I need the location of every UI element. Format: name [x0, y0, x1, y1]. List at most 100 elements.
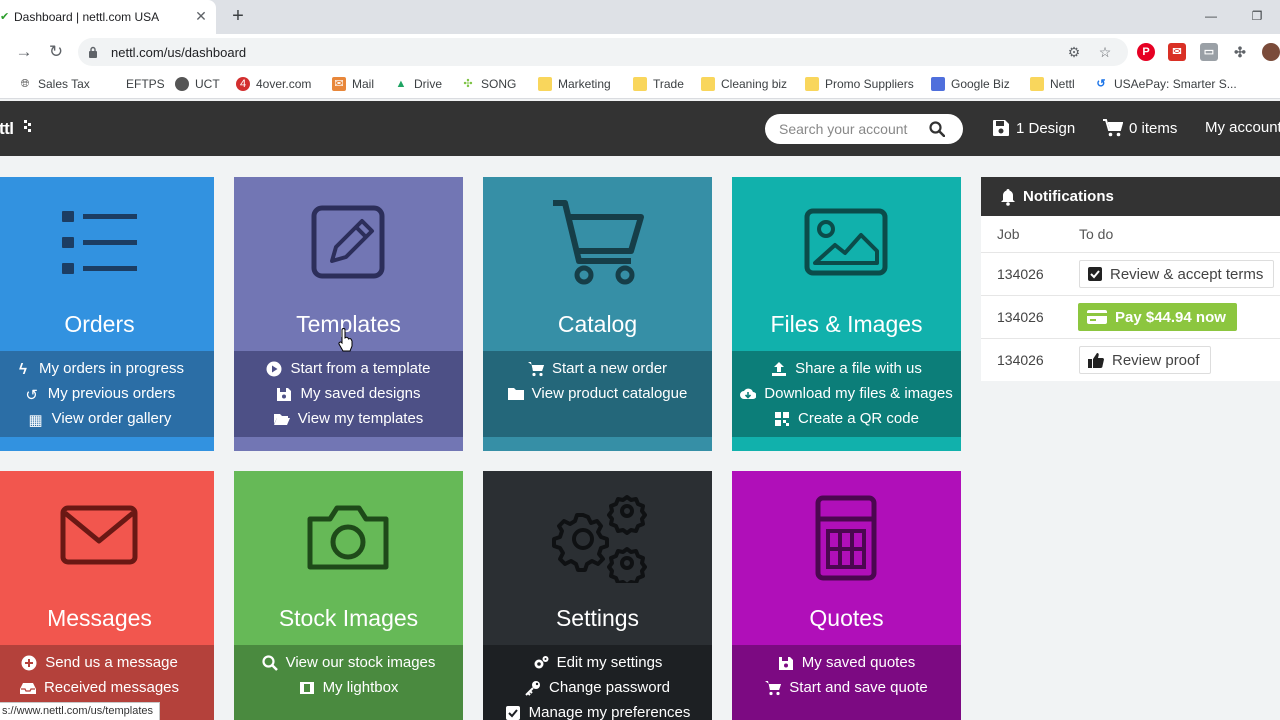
view-stock-images-link[interactable]: View our stock images [234, 650, 463, 675]
change-password-link[interactable]: Change password [483, 675, 712, 700]
folder-icon [701, 77, 715, 91]
cart-count: 0 items [1129, 119, 1178, 137]
messages-tile-header[interactable]: Messages [0, 471, 214, 645]
received-messages-link[interactable]: Received messages [0, 675, 214, 700]
floppy-disk-icon [993, 120, 1009, 136]
svg-text:ettl: ettl [0, 119, 14, 138]
settings-tile-header[interactable]: Settings [483, 471, 712, 645]
4over-icon: 4 [236, 77, 250, 91]
quotes-links: My saved quotes Start and save quote [732, 645, 961, 720]
my-saved-quotes-link[interactable]: My saved quotes [732, 650, 961, 675]
new-tab-icon[interactable]: + [228, 6, 248, 26]
pay-now-button[interactable]: Pay $44.94 now [1078, 303, 1237, 331]
folder-icon [805, 77, 819, 91]
todo-column-header: To do [1079, 226, 1114, 242]
start-from-template-link[interactable]: Start from a template [234, 356, 463, 381]
bookmark-usaepay[interactable]: ↺ USAePay: Smarter S... [1094, 76, 1236, 92]
address-bar[interactable]: nettl.com/us/dashboard ⚙ ☆ [78, 38, 1128, 66]
stock-images-tile-header[interactable]: Stock Images [234, 471, 463, 645]
minimize-window-icon[interactable]: — [1203, 8, 1219, 24]
view-order-gallery-link[interactable]: ▦ View order gallery [0, 406, 214, 431]
review-proof-button[interactable]: Review proof [1079, 346, 1211, 374]
notification-row: 134026 Review proof [981, 338, 1280, 381]
view-product-catalogue-link[interactable]: View product catalogue [483, 381, 712, 406]
nettl-logo[interactable]: ettl [0, 118, 34, 143]
extension-cast-icon[interactable]: ▭ [1200, 43, 1218, 61]
catalog-tile-header[interactable]: Catalog [483, 177, 712, 351]
bookmark-trade[interactable]: Trade [633, 76, 684, 92]
bookmark-marketing[interactable]: Marketing [538, 76, 611, 92]
bookmark-nettl[interactable]: Nettl [1030, 76, 1075, 92]
review-accept-terms-button[interactable]: Review & accept terms [1079, 260, 1275, 288]
bolt-icon: ϟ [18, 360, 27, 378]
thumbs-up-icon [1088, 353, 1104, 368]
bookmark-uct[interactable]: UCT [175, 76, 220, 92]
messages-tile[interactable]: Messages Send us a message Received mess… [0, 471, 214, 720]
start-and-save-quote-link[interactable]: Start and save quote [732, 675, 961, 700]
orders-tile-header[interactable]: Orders [0, 177, 214, 351]
messages-title: Messages [47, 605, 152, 631]
orders-tile[interactable]: Orders ϟ My orders in progress ↺ My previo… [0, 177, 214, 451]
create-qr-code-link[interactable]: Create a QR code [732, 406, 961, 431]
send-us-a-message-link[interactable]: Send us a message [0, 650, 214, 675]
bookmark-promo-suppliers[interactable]: Promo Suppliers [805, 76, 914, 92]
upload-icon [772, 361, 787, 376]
job-number: 134026 [997, 352, 1044, 368]
globe-icon: 🌐︎ [20, 78, 30, 90]
browser-tab[interactable]: ✔ Dashboard | nettl.com USA ✕ [0, 0, 216, 34]
bookmark-sales-tax[interactable]: 🌐︎ Sales Tax [18, 76, 90, 92]
manage-my-preferences-link[interactable]: Manage my preferences [483, 700, 712, 720]
folder-icon [507, 387, 524, 400]
bookmark-song[interactable]: ✣ SONG [461, 76, 516, 92]
camera-icon [307, 505, 389, 570]
cogs-small-icon [534, 655, 549, 668]
catalog-tile[interactable]: Catalog Start a new order View product c… [483, 177, 712, 451]
templates-tile-header[interactable]: Templates [234, 177, 463, 351]
view-my-templates-link[interactable]: View my templates [234, 406, 463, 431]
profile-avatar[interactable] [1262, 43, 1280, 61]
bookmark-eftps[interactable]: EFTPS [106, 76, 165, 92]
bookmark-drive[interactable]: ▲ Drive [394, 76, 442, 92]
bookmark-cleaning-biz[interactable]: Cleaning biz [701, 76, 787, 92]
bookmark-star-icon[interactable]: ☆ [1097, 44, 1113, 60]
share-a-file-link[interactable]: Share a file with us [732, 356, 961, 381]
edit-my-settings-link[interactable]: Edit my settings [483, 650, 712, 675]
download-my-files-link[interactable]: Download my files & images [732, 381, 961, 406]
settings-tile[interactable]: Settings Edit my settings Change passwor… [483, 471, 712, 720]
quotes-title: Quotes [809, 605, 884, 631]
extensions-puzzle-icon[interactable]: ✣ [1231, 43, 1249, 61]
cogs-icon [552, 495, 647, 583]
bookmark-mail[interactable]: ✉ Mail [332, 76, 374, 92]
files-images-tile[interactable]: Files & Images Share a file with us Down… [732, 177, 961, 451]
quotes-tile-header[interactable]: Quotes [732, 471, 961, 645]
envelope-icon [60, 505, 138, 565]
bookmark-4over[interactable]: 4 4over.com [236, 76, 311, 92]
my-account-link[interactable]: My account [1205, 119, 1280, 136]
catalog-title: Catalog [557, 311, 638, 337]
my-previous-orders-link[interactable]: ↺ My previous orders [0, 381, 214, 406]
pinterest-icon[interactable]: P [1137, 43, 1155, 61]
my-orders-in-progress-link[interactable]: ϟ My orders in progress [0, 356, 214, 381]
templates-tile[interactable]: Templates Start from a template My saved… [234, 177, 463, 451]
extension-mail-icon[interactable]: ✉ [1168, 43, 1186, 61]
bookmarks-bar: 🌐︎ Sales Tax EFTPS UCT 4 4over.com ✉ Mail ▲… [0, 70, 1280, 99]
restore-window-icon[interactable]: ❐ [1249, 8, 1265, 24]
bookmark-google-biz[interactable]: Google Biz [931, 76, 1010, 92]
shopping-cart-icon [1103, 119, 1123, 137]
files-images-tile-header[interactable]: Files & Images [732, 177, 961, 351]
search-icon[interactable] [929, 121, 945, 137]
my-lightbox-link[interactable]: My lightbox [234, 675, 463, 700]
translate-icon[interactable]: ⚙ [1066, 44, 1082, 60]
close-tab-icon[interactable]: ✕ [193, 8, 209, 24]
stock-images-tile[interactable]: Stock Images View our stock images My li… [234, 471, 463, 720]
forward-icon[interactable]: → [14, 42, 34, 62]
account-search-input[interactable] [779, 120, 929, 138]
quotes-tile[interactable]: Quotes My saved quotes Start and save qu… [732, 471, 961, 720]
cart-link[interactable]: 0 items [1103, 119, 1177, 137]
my-saved-designs-link[interactable]: My saved designs [234, 381, 463, 406]
reload-icon[interactable]: ↻ [46, 42, 66, 62]
designs-link[interactable]: 1 Design [992, 119, 1075, 137]
edit-square-icon [311, 205, 385, 279]
calculator-icon [815, 495, 877, 581]
start-new-order-link[interactable]: Start a new order [483, 356, 712, 381]
